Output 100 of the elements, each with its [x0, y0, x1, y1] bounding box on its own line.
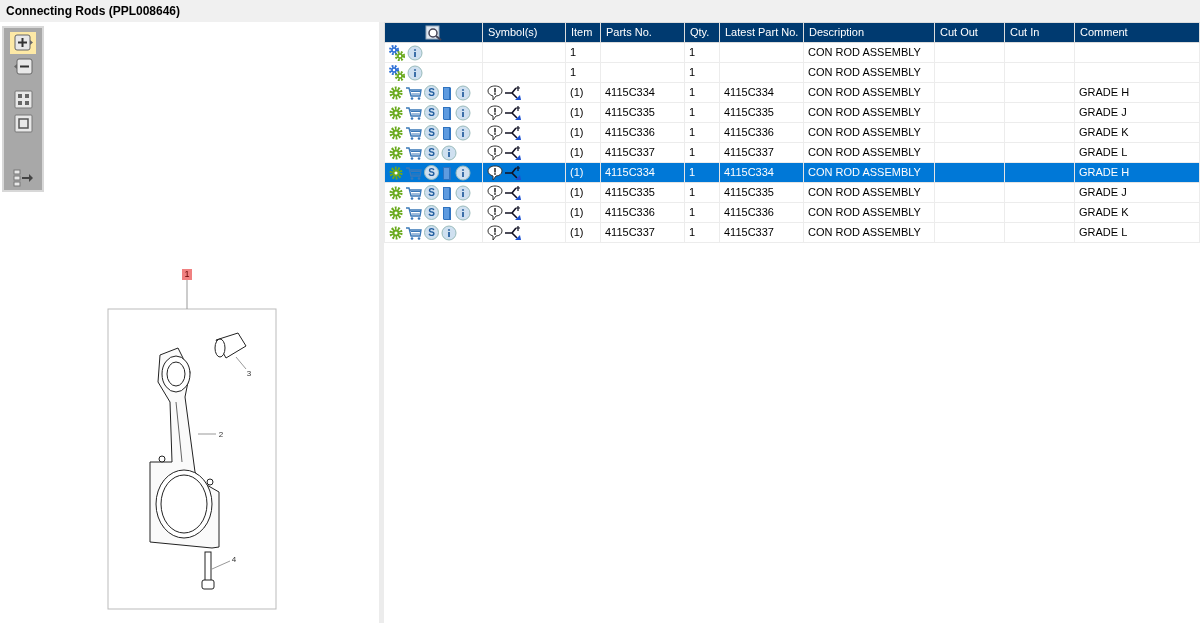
table-cell: (1): [570, 106, 584, 119]
column-header[interactable]: Comment: [1074, 22, 1200, 43]
gear-icon[interactable]: [389, 184, 403, 201]
column-header[interactable]: Item: [565, 22, 601, 43]
speech-bubble-icon[interactable]: [487, 164, 503, 181]
gear-icon[interactable]: [389, 124, 403, 141]
info-icon[interactable]: [407, 64, 423, 81]
book-icon[interactable]: [441, 124, 453, 141]
table-row[interactable]: S (1) 4115C335 1 4115C335 CON ROD ASSEMBLY GRADE J: [384, 182, 1200, 203]
table-cell: 4115C336: [605, 206, 655, 219]
branch-arrow-icon[interactable]: [504, 104, 522, 121]
s-icon[interactable]: S: [424, 205, 439, 220]
info-icon[interactable]: [441, 224, 457, 241]
panel-arrow-button[interactable]: [10, 166, 36, 188]
table-row[interactable]: 1 1 CON ROD ASSEMBLY: [384, 62, 1200, 83]
gear-icon[interactable]: [389, 84, 403, 101]
table-cell: 4115C337: [724, 146, 774, 159]
table-row[interactable]: S (1) 4115C334 1 4115C334 CON ROD ASSEMBLY GRADE H: [384, 162, 1200, 183]
info-icon[interactable]: [455, 84, 471, 101]
speech-bubble-icon[interactable]: [487, 104, 503, 121]
column-header[interactable]: Symbol(s): [482, 22, 566, 43]
cart-icon[interactable]: [405, 144, 422, 161]
column-header[interactable]: Qty.: [684, 22, 720, 43]
book-icon[interactable]: [441, 84, 453, 101]
info-icon[interactable]: [407, 44, 423, 61]
speech-bubble-icon[interactable]: [487, 124, 503, 141]
gears-icon[interactable]: [389, 44, 405, 61]
speech-bubble-icon[interactable]: [487, 84, 503, 101]
callout-marker[interactable]: 1: [182, 269, 192, 280]
branch-arrow-icon[interactable]: [504, 84, 522, 101]
table-cell: 4115C337: [605, 146, 655, 159]
search-icon[interactable]: [424, 24, 443, 41]
s-icon[interactable]: S: [424, 225, 439, 240]
gear-icon[interactable]: [389, 164, 403, 181]
table-cell: CON ROD ASSEMBLY: [808, 206, 921, 219]
cart-icon[interactable]: [405, 224, 422, 241]
table-cell: CON ROD ASSEMBLY: [808, 86, 921, 99]
table-row[interactable]: S (1) 4115C334 1 4115C334 CON ROD ASSEMBLY GRADE H: [384, 82, 1200, 103]
speech-bubble-icon[interactable]: [487, 204, 503, 221]
table-cell: 1: [689, 166, 696, 179]
info-icon[interactable]: [441, 144, 457, 161]
table-row[interactable]: 1 1 CON ROD ASSEMBLY: [384, 42, 1200, 63]
gear-icon[interactable]: [389, 144, 403, 161]
callout-number: 3: [246, 369, 252, 378]
table-cell: CON ROD ASSEMBLY: [808, 66, 921, 79]
info-icon[interactable]: [455, 204, 471, 221]
branch-arrow-icon[interactable]: [504, 144, 522, 161]
gear-icon[interactable]: [389, 224, 403, 241]
table-cell: (1): [570, 126, 584, 139]
table-cell: GRADE H: [1079, 86, 1130, 99]
gears-icon[interactable]: [389, 64, 405, 81]
table-row[interactable]: S (1) 4115C335 1 4115C335 CON ROD ASSEMBLY GRADE J: [384, 102, 1200, 123]
branch-arrow-icon[interactable]: [504, 204, 522, 221]
info-icon[interactable]: [455, 184, 471, 201]
gear-icon[interactable]: [389, 104, 403, 121]
table-row[interactable]: S (1) 4115C336 1 4115C336 CON ROD ASSEMBLY GRADE K: [384, 122, 1200, 143]
speech-bubble-icon[interactable]: [487, 144, 503, 161]
cart-icon[interactable]: [405, 84, 422, 101]
column-header[interactable]: Cut In: [1004, 22, 1075, 43]
s-icon[interactable]: S: [424, 145, 439, 160]
leader-line: [235, 356, 247, 370]
book-icon[interactable]: [441, 104, 453, 121]
table-cell: 1: [689, 226, 696, 239]
s-icon[interactable]: S: [424, 105, 439, 120]
book-icon[interactable]: [441, 204, 453, 221]
zoom-in-button[interactable]: [10, 32, 36, 54]
speech-bubble-icon[interactable]: [487, 184, 503, 201]
table-row[interactable]: S (1) 4115C336 1 4115C336 CON ROD ASSEMBLY GRADE K: [384, 202, 1200, 223]
cart-icon[interactable]: [405, 184, 422, 201]
table-cell: GRADE H: [1079, 166, 1130, 179]
info-icon[interactable]: [455, 104, 471, 121]
table-cell: (1): [570, 226, 584, 239]
s-icon[interactable]: S: [424, 85, 439, 100]
branch-arrow-icon[interactable]: [504, 184, 522, 201]
cart-icon[interactable]: [405, 104, 422, 121]
cart-icon[interactable]: [405, 204, 422, 221]
info-icon[interactable]: [455, 164, 471, 181]
s-icon[interactable]: S: [424, 185, 439, 200]
table-cell: 4115C334: [724, 86, 774, 99]
table-cell: GRADE J: [1079, 106, 1127, 119]
branch-arrow-icon[interactable]: [504, 124, 522, 141]
cart-icon[interactable]: [405, 124, 422, 141]
table-cell: (1): [570, 86, 584, 99]
info-icon[interactable]: [455, 124, 471, 141]
table-cell: CON ROD ASSEMBLY: [808, 146, 921, 159]
table-cell: 1: [689, 46, 696, 59]
s-icon[interactable]: S: [424, 165, 439, 180]
column-header[interactable]: Description: [803, 22, 935, 43]
table-row[interactable]: S (1) 4115C337 1 4115C337 CON ROD ASSEMBLY GRADE L: [384, 222, 1200, 243]
s-icon[interactable]: S: [424, 125, 439, 140]
speech-bubble-icon[interactable]: [487, 224, 503, 241]
gear-icon[interactable]: [389, 204, 403, 221]
branch-arrow-icon[interactable]: [504, 224, 522, 241]
column-header[interactable]: Cut Out: [934, 22, 1005, 43]
column-header[interactable]: Latest Part No.: [719, 22, 804, 43]
book-icon[interactable]: [441, 184, 453, 201]
table-row[interactable]: S (1) 4115C337 1 4115C337 CON ROD ASSEMBLY GRADE L: [384, 142, 1200, 163]
table-cell: CON ROD ASSEMBLY: [808, 226, 921, 239]
column-header[interactable]: Parts No.: [600, 22, 685, 43]
window-title: Connecting Rods (PPL008646): [6, 3, 181, 20]
